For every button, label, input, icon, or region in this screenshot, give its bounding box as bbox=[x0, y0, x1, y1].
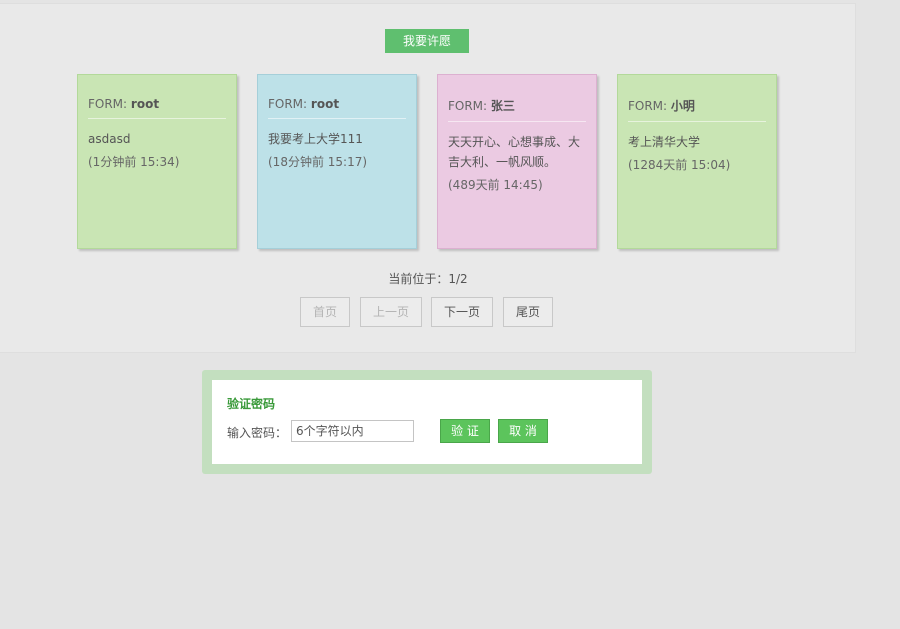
first-page-button[interactable]: 首页 bbox=[300, 297, 350, 327]
card-content: 我要考上大学111 bbox=[268, 132, 363, 146]
card-from: FORM: root bbox=[88, 97, 226, 119]
card-from-label: FORM: bbox=[268, 97, 308, 111]
card-author: 小明 bbox=[670, 99, 695, 113]
card-content: 天天开心、心想事成、大吉大利、一帆风顺。 bbox=[448, 135, 581, 169]
card-from-label: FORM: bbox=[88, 97, 128, 111]
card-from-label: FORM: bbox=[448, 99, 488, 113]
verify-dialog-title: 验证密码 bbox=[227, 397, 276, 411]
card-from: FORM: 张三 bbox=[448, 97, 586, 122]
pagination-status: 当前位于：1/2 bbox=[388, 272, 468, 286]
make-wish-button[interactable]: 我要许愿 bbox=[385, 29, 469, 53]
card-content: 考上清华大学 bbox=[628, 135, 701, 149]
wish-card: FORM: root 我要考上大学111 (18分钟前 15:17) bbox=[257, 74, 417, 249]
verify-button[interactable]: 验 证 bbox=[440, 419, 490, 443]
last-page-button[interactable]: 尾页 bbox=[503, 297, 553, 327]
next-page-button[interactable]: 下一页 bbox=[431, 297, 493, 327]
card-time: (1分钟前 15:34) bbox=[88, 155, 180, 169]
card-from: FORM: root bbox=[268, 97, 406, 119]
password-input[interactable] bbox=[291, 420, 414, 442]
card-time: (1284天前 15:04) bbox=[628, 158, 731, 172]
wish-card: FORM: root asdasd (1分钟前 15:34) bbox=[77, 74, 237, 249]
card-author: root bbox=[130, 97, 160, 111]
card-content: asdasd bbox=[88, 132, 131, 146]
card-from: FORM: 小明 bbox=[628, 97, 766, 122]
card-time: (18分钟前 15:17) bbox=[268, 155, 368, 169]
card-author: root bbox=[310, 97, 340, 111]
cancel-button[interactable]: 取 消 bbox=[498, 419, 548, 443]
card-time: (489天前 14:45) bbox=[448, 178, 543, 192]
wish-wall-panel: 我要许愿 FORM: root asdasd (1分钟前 15:34) FORM… bbox=[0, 3, 856, 353]
wish-card: FORM: 张三 天天开心、心想事成、大吉大利、一帆风顺。 (489天前 14:… bbox=[437, 74, 597, 249]
verify-dialog-body: 验证密码 输入密码： 验 证 取 消 bbox=[212, 380, 642, 464]
password-label: 输入密码： bbox=[227, 426, 288, 440]
prev-page-button[interactable]: 上一页 bbox=[360, 297, 422, 327]
card-from-label: FORM: bbox=[628, 99, 668, 113]
wish-card: FORM: 小明 考上清华大学 (1284天前 15:04) bbox=[617, 74, 777, 249]
verify-password-dialog: 验证密码 输入密码： 验 证 取 消 bbox=[202, 370, 652, 474]
card-author: 张三 bbox=[490, 99, 515, 113]
